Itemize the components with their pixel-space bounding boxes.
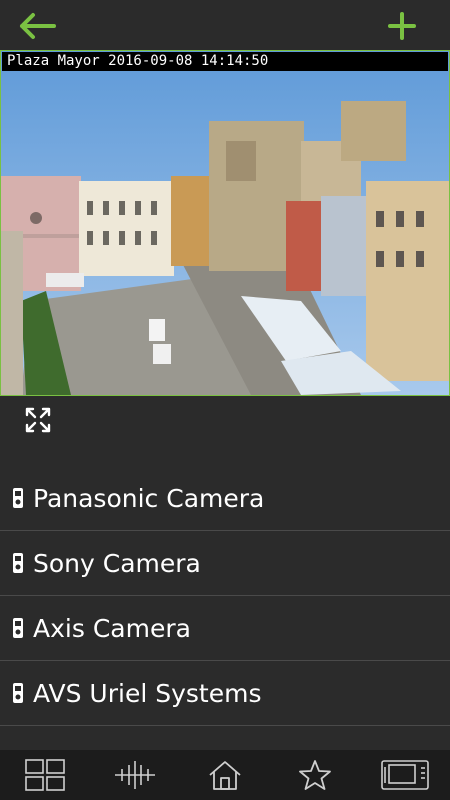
- list-item[interactable]: Axis Camera: [0, 596, 450, 661]
- nav-intercom-button[interactable]: [380, 755, 430, 795]
- video-intercom-icon: [381, 760, 429, 790]
- intercom-device-icon: [13, 488, 23, 508]
- intercom-device-icon: [13, 553, 23, 573]
- camera-image: [1, 51, 449, 395]
- bottom-nav: [0, 750, 450, 800]
- back-button[interactable]: [18, 8, 58, 44]
- intercom-device-icon: [13, 683, 23, 703]
- nav-grid-button[interactable]: [20, 755, 70, 795]
- device-label: Axis Camera: [33, 613, 191, 643]
- fullscreen-button[interactable]: [24, 406, 52, 434]
- nav-favorites-button[interactable]: [290, 755, 340, 795]
- sliders-icon: [115, 761, 155, 789]
- nav-home-button[interactable]: [200, 755, 250, 795]
- arrow-left-icon: [20, 13, 56, 39]
- device-list: Panasonic Camera Sony Camera Axis Camera…: [0, 466, 450, 726]
- expand-icon: [25, 407, 51, 433]
- home-icon: [209, 761, 241, 790]
- device-label: AVS Uriel Systems: [33, 678, 262, 708]
- list-item[interactable]: Panasonic Camera: [0, 466, 450, 531]
- camera-feed[interactable]: Plaza Mayor 2016-09-08 14:14:50: [0, 50, 450, 396]
- star-icon: [299, 760, 331, 790]
- grid-icon: [25, 759, 65, 791]
- device-label: Sony Camera: [33, 548, 201, 578]
- nav-sliders-button[interactable]: [110, 755, 160, 795]
- top-bar: [0, 0, 450, 50]
- plus-icon: [388, 12, 416, 40]
- camera-timestamp: Plaza Mayor 2016-09-08 14:14:50: [2, 52, 448, 71]
- list-item[interactable]: Sony Camera: [0, 531, 450, 596]
- list-item[interactable]: AVS Uriel Systems: [0, 661, 450, 726]
- intercom-device-icon: [13, 618, 23, 638]
- device-label: Panasonic Camera: [33, 483, 265, 513]
- add-button[interactable]: [382, 8, 422, 44]
